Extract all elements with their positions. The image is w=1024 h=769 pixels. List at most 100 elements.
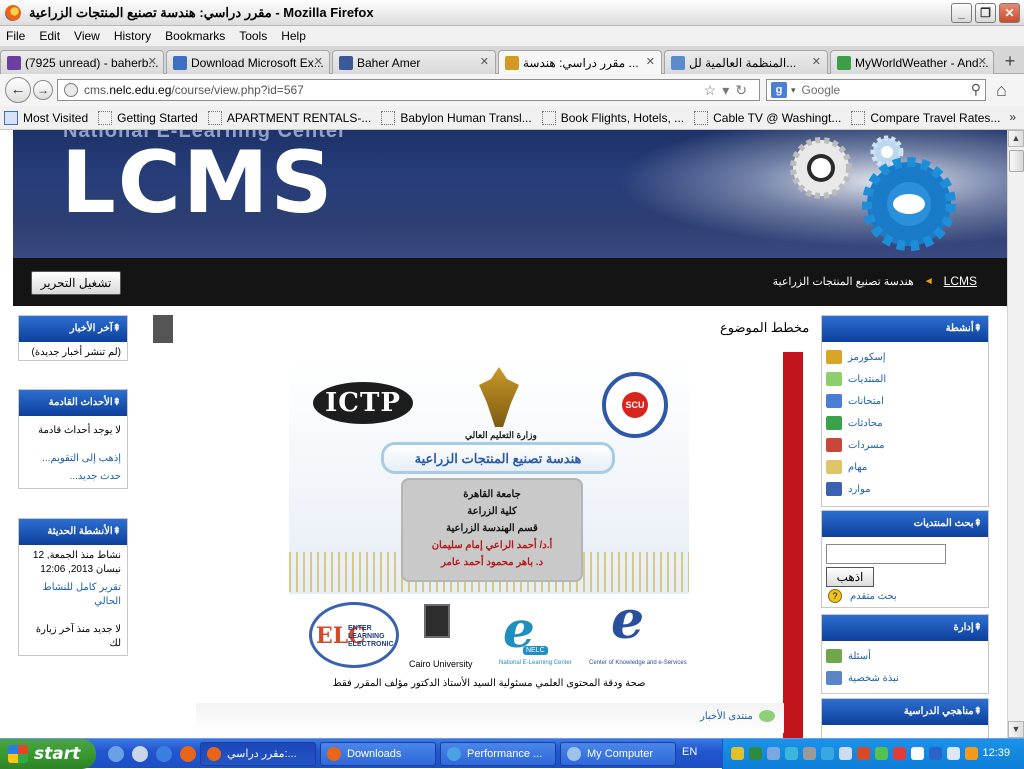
- close-icon[interactable]: ✕: [812, 55, 821, 68]
- bookmark-cable[interactable]: Cable TV @ Washingt...: [694, 110, 841, 125]
- activity-assignments[interactable]: مهام: [822, 456, 988, 478]
- antivirus-icon[interactable]: [749, 747, 762, 760]
- forum-search-input[interactable]: [826, 544, 946, 564]
- tray-app-icon[interactable]: [893, 747, 906, 760]
- activity-chats[interactable]: محادثات: [822, 412, 988, 434]
- close-button[interactable]: ✕: [999, 3, 1020, 23]
- tray-app-icon[interactable]: [857, 747, 870, 760]
- computer-icon: [567, 747, 581, 761]
- messenger-icon[interactable]: [785, 747, 798, 760]
- search-icon[interactable]: [839, 747, 852, 760]
- full-report-link[interactable]: تقرير كامل للنشاط الحالي: [19, 581, 127, 613]
- bookmark-babylon[interactable]: Babylon Human Transl...: [381, 110, 532, 125]
- url-bar[interactable]: cms.nelc.edu.eg/course/view.php?id=567 ☆…: [57, 79, 760, 101]
- bookmark-getting-started[interactable]: Getting Started: [98, 110, 198, 125]
- shield-icon[interactable]: [731, 747, 744, 760]
- vertical-scrollbar[interactable]: ▲ ▼: [1007, 130, 1024, 738]
- back-button[interactable]: ←: [5, 77, 31, 103]
- breadcrumb-bar: تشغيل التحرير LCMS ◄ هندسة تصنيع المنتجا…: [13, 258, 1007, 306]
- bookmark-travel[interactable]: Compare Travel Rates...: [851, 110, 1000, 125]
- new-event-link[interactable]: حدث جديد...: [19, 470, 127, 488]
- menu-edit[interactable]: Edit: [39, 29, 60, 43]
- menu-view[interactable]: View: [74, 29, 100, 43]
- bluetooth-icon[interactable]: [929, 747, 942, 760]
- start-button[interactable]: start: [0, 739, 96, 769]
- go-button[interactable]: اذهب: [826, 567, 874, 587]
- close-icon[interactable]: ✕: [480, 55, 489, 68]
- close-icon[interactable]: ✕: [314, 55, 323, 68]
- author-2: د. باهر محمود أحمد عامر: [440, 557, 544, 568]
- tab-course[interactable]: مقرر دراسي: هندسة ... ✕: [498, 50, 662, 75]
- restore-button[interactable]: ❐: [975, 3, 996, 23]
- scroll-thumb[interactable]: [1009, 150, 1024, 172]
- activity-resources[interactable]: موارد: [822, 478, 988, 500]
- menu-bookmarks[interactable]: Bookmarks: [165, 29, 225, 43]
- tray-app-icon[interactable]: [803, 747, 816, 760]
- chevron-right-icon[interactable]: »: [1009, 110, 1016, 124]
- task-performance[interactable]: Performance ...: [440, 742, 556, 766]
- close-icon[interactable]: ✕: [646, 55, 655, 68]
- admin-questions[interactable]: أسئلة: [822, 645, 988, 667]
- task-firefox-course[interactable]: مقرر دراسي:...: [200, 742, 316, 766]
- update-icon[interactable]: [821, 747, 834, 760]
- calendar-link[interactable]: إذهب إلى التقويم...: [19, 442, 127, 470]
- media-player-icon[interactable]: [132, 746, 148, 762]
- bookmark-apartment[interactable]: APARTMENT RENTALS-...: [207, 110, 371, 125]
- close-icon[interactable]: ✕: [978, 55, 987, 68]
- block-header[interactable]: ⇞بحث المنتديات: [822, 511, 988, 537]
- block-header[interactable]: ⇞إدارة: [822, 615, 988, 641]
- search-box[interactable]: g ▾ Google ⚲: [766, 79, 986, 101]
- activity-quizzes[interactable]: امتحانات: [822, 390, 988, 412]
- admin-profile[interactable]: نبذة شخصية: [822, 667, 988, 689]
- firefox-icon[interactable]: [180, 746, 196, 762]
- tray-app-icon[interactable]: [965, 747, 978, 760]
- clock[interactable]: 12:39: [982, 747, 1010, 759]
- menu-file[interactable]: File: [6, 29, 25, 43]
- bookmark-flights[interactable]: Book Flights, Hotels, ...: [541, 110, 684, 125]
- tab-weather[interactable]: MyWorldWeather - And... ✕: [830, 50, 994, 74]
- home-icon[interactable]: ⌂: [996, 80, 1007, 101]
- internet-explorer-icon[interactable]: [156, 746, 172, 762]
- minimize-button[interactable]: _: [951, 3, 972, 23]
- tab-microsoft[interactable]: Download Microsoft Ex... ✕: [166, 50, 330, 74]
- block-header[interactable]: ⇞الأحداث القادمة: [19, 390, 127, 416]
- breadcrumb-home-link[interactable]: LCMS: [944, 274, 977, 288]
- network-icon[interactable]: [767, 747, 780, 760]
- tray-app-icon[interactable]: [911, 747, 924, 760]
- activity-forums[interactable]: المنتديات: [822, 368, 988, 390]
- tray-app-icon[interactable]: [875, 747, 888, 760]
- un-icon: [671, 55, 685, 70]
- task-my-computer[interactable]: My Computer: [560, 742, 676, 766]
- breadcrumb: LCMS ◄ هندسة تصنيع المنتجات الزراعية: [773, 274, 977, 288]
- news-forum-link[interactable]: منتدى الأخبار: [700, 710, 775, 722]
- task-downloads[interactable]: Downloads: [320, 742, 436, 766]
- block-header[interactable]: ⇞أنشطة: [822, 316, 988, 342]
- close-icon[interactable]: ✕: [148, 55, 157, 68]
- search-icon[interactable]: ⚲: [971, 81, 981, 98]
- activity-glossaries[interactable]: مسردات: [822, 434, 988, 456]
- menu-history[interactable]: History: [114, 29, 151, 43]
- advanced-search-link[interactable]: ? بحث متقدم: [828, 589, 897, 603]
- forward-button[interactable]: →: [33, 80, 53, 100]
- chevron-down-icon[interactable]: ▾: [791, 85, 796, 96]
- tab-un[interactable]: المنظمة العالمية لل... ✕: [664, 50, 828, 74]
- activity-scorm[interactable]: إسكورمز: [822, 346, 988, 368]
- block-header[interactable]: ⇞الأنشطة الحديثة: [19, 519, 127, 545]
- tab-facebook[interactable]: Baher Amer ✕: [332, 50, 496, 74]
- menu-tools[interactable]: Tools: [239, 29, 267, 43]
- volume-icon[interactable]: [947, 747, 960, 760]
- tab-mail[interactable]: (7925 unread) - baherb... ✕: [0, 50, 164, 74]
- scroll-down-icon[interactable]: ▼: [1008, 721, 1024, 738]
- block-header[interactable]: ⇞آخر الأخبار: [19, 316, 127, 342]
- bookmark-most-visited[interactable]: Most Visited: [4, 110, 88, 125]
- new-tab-button[interactable]: +: [1000, 52, 1020, 72]
- menu-help[interactable]: Help: [281, 29, 306, 43]
- lcms-logo[interactable]: LCMS: [61, 133, 334, 233]
- turn-editing-on-button[interactable]: تشغيل التحرير: [31, 271, 121, 295]
- show-desktop-icon[interactable]: [108, 746, 124, 762]
- block-header[interactable]: ⇞مناهجي الدراسية: [822, 699, 988, 725]
- language-indicator[interactable]: EN: [682, 746, 697, 758]
- scroll-up-icon[interactable]: ▲: [1008, 130, 1024, 147]
- tab-label: MyWorldWeather - And...: [855, 55, 989, 70]
- url-actions[interactable]: ☆▾↻: [704, 82, 753, 99]
